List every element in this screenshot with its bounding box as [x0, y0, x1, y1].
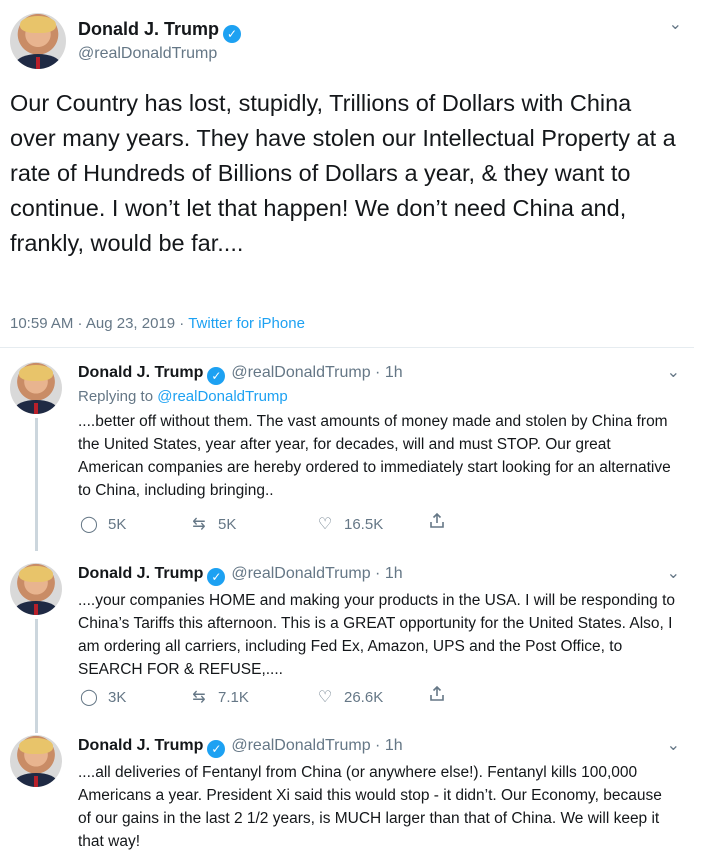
tweet-text: Our Country has lost, stupidly, Trillion…: [10, 90, 676, 256]
retweet-button[interactable]: ⇆ 7.1K: [188, 687, 249, 707]
heart-icon: ♡: [317, 689, 333, 706]
like-count: 26.6K: [344, 689, 384, 706]
share-icon[interactable]: [428, 512, 446, 530]
reply-button[interactable]: ◯ 3K: [78, 687, 126, 707]
replying-to-prefix: Replying to: [78, 388, 158, 405]
chevron-down-icon[interactable]: ⌄: [669, 14, 682, 34]
reply-count: 5K: [108, 516, 127, 533]
verified-badge-icon: ✓: [207, 367, 226, 385]
thread-line: [35, 418, 38, 548]
retweet-count: 5K: [218, 516, 237, 533]
author-name[interactable]: Donald J. Trump: [78, 737, 203, 754]
author-handle[interactable]: @realDonaldTrump · 1h: [231, 565, 402, 582]
tweet-meta: 10:59 AM · Aug 23, 2019 · Twitter for iP…: [10, 315, 305, 332]
reply-header: Donald J. Trump ✓ @realDonaldTrump · 1h: [78, 737, 403, 758]
author-handle[interactable]: @realDonaldTrump: [78, 45, 217, 63]
reply-tweet[interactable]: Donald J. Trump ✓ @realDonaldTrump · 1h ⌄ …: [0, 543, 694, 733]
tweet-actions: ◯ 5K ⇆ 5K ♡ 16.5K: [78, 512, 478, 536]
reply-count: 3K: [108, 689, 127, 706]
heart-icon: ♡: [317, 516, 333, 533]
profile-avatar[interactable]: [10, 362, 62, 414]
tweet-text: ....your companies HOME and making your …: [78, 592, 676, 678]
reply-header: Donald J. Trump ✓ @realDonaldTrump · 1h: [78, 565, 403, 586]
retweet-icon: ⇆: [192, 689, 206, 706]
thread-line: [35, 543, 38, 551]
verified-badge-icon: ✓: [207, 568, 226, 586]
chevron-down-icon[interactable]: ⌄: [667, 362, 680, 382]
profile-avatar[interactable]: [10, 13, 66, 69]
author-name-row[interactable]: Donald J. Trump ✓: [78, 19, 242, 43]
retweet-count: 7.1K: [218, 689, 249, 706]
author-name[interactable]: Donald J. Trump: [78, 19, 219, 39]
reply-icon: ◯: [80, 516, 98, 533]
tweet-timestamp[interactable]: 10:59 AM · Aug 23, 2019 ·: [10, 315, 188, 332]
author-name[interactable]: Donald J. Trump: [78, 364, 203, 381]
like-button[interactable]: ♡ 16.5K: [314, 514, 383, 534]
profile-avatar[interactable]: [10, 563, 62, 615]
reply-tweet[interactable]: Donald J. Trump ✓ @realDonaldTrump · 1h ⌄ …: [0, 725, 694, 867]
reply-icon: ◯: [80, 689, 98, 706]
author-name[interactable]: Donald J. Trump: [78, 565, 203, 582]
verified-badge-icon: ✓: [223, 25, 242, 43]
reply-button[interactable]: ◯ 5K: [78, 514, 126, 534]
thread-line: [35, 619, 38, 733]
retweet-icon: ⇆: [192, 516, 206, 533]
tweet-text: ....all deliveries of Fentanyl from Chin…: [78, 764, 662, 850]
reply-tweet[interactable]: Donald J. Trump ✓ @realDonaldTrump · 1h ⌄ …: [0, 352, 694, 548]
verified-badge-icon: ✓: [207, 740, 226, 758]
author-handle[interactable]: @realDonaldTrump · 1h: [231, 737, 402, 754]
retweet-button[interactable]: ⇆ 5K: [188, 514, 236, 534]
share-icon[interactable]: [428, 685, 446, 703]
author-handle[interactable]: @realDonaldTrump · 1h: [231, 364, 402, 381]
like-count: 16.5K: [344, 516, 384, 533]
replying-to: Replying to @realDonaldTrump: [78, 388, 288, 405]
like-button[interactable]: ♡ 26.6K: [314, 687, 383, 707]
chevron-down-icon[interactable]: ⌄: [667, 563, 680, 583]
tweet-actions: ◯ 3K ⇆ 7.1K ♡ 26.6K: [78, 685, 478, 709]
tweet-source-link[interactable]: Twitter for iPhone: [188, 315, 305, 332]
tweet-text: ....better off without them. The vast am…: [78, 413, 671, 499]
main-tweet: Donald J. Trump ✓ @realDonaldTrump ⌄ Our …: [0, 0, 694, 348]
profile-avatar[interactable]: [10, 735, 62, 787]
reply-header: Donald J. Trump ✓ @realDonaldTrump · 1h: [78, 364, 403, 385]
chevron-down-icon[interactable]: ⌄: [667, 735, 680, 755]
replying-to-link[interactable]: @realDonaldTrump: [157, 388, 288, 405]
